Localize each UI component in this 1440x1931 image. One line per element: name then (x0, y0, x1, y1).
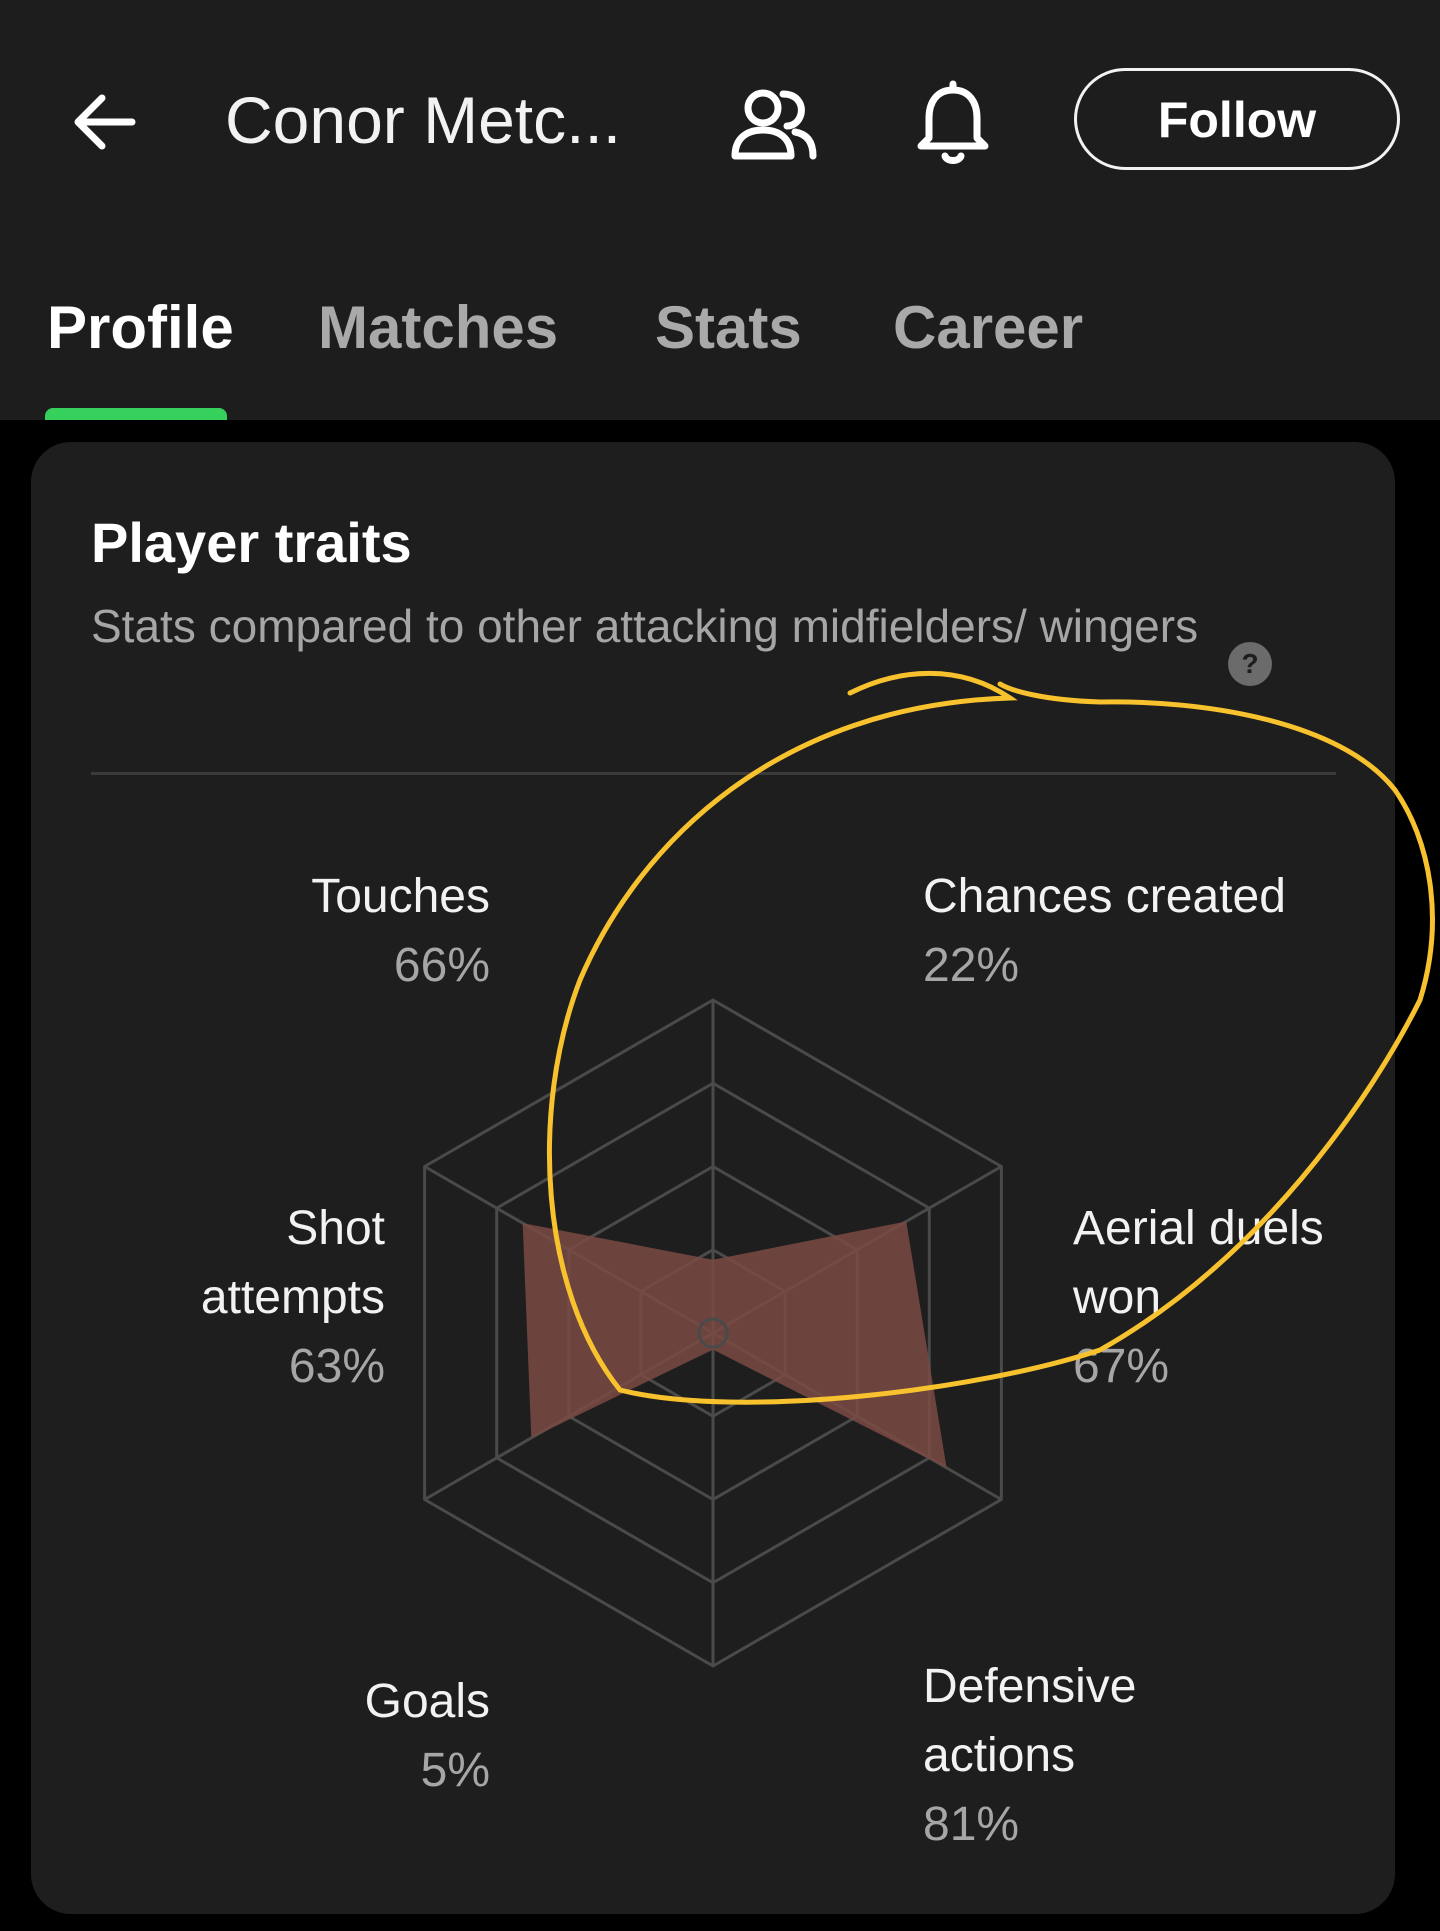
trait-touches: Touches 66% (311, 862, 490, 1000)
card-title: Player traits (91, 511, 412, 574)
back-button[interactable] (62, 80, 146, 164)
trait-shot-attempts: Shot attempts 63% (135, 1194, 385, 1401)
trait-chances-created: Chances created 22% (923, 862, 1286, 1000)
tab-profile[interactable]: Profile (47, 288, 234, 368)
trait-name: Aerial duels won (1073, 1202, 1324, 1324)
trait-value: 66% (393, 939, 490, 992)
bell-icon (917, 80, 989, 164)
trait-name: Defensive actions (923, 1660, 1137, 1782)
back-arrow-icon (74, 94, 136, 150)
squad-icon (731, 89, 817, 160)
trait-name: Touches (311, 870, 490, 923)
trait-value: 63% (288, 1340, 385, 1393)
radar-axis-line (423, 1165, 714, 1335)
radar-grid (423, 998, 1003, 1668)
trait-name: Chances created (923, 870, 1286, 923)
radar-grid-ring (639, 1248, 787, 1418)
radar-grid-ring (423, 998, 1003, 1668)
tab-matches[interactable]: Matches (318, 288, 558, 368)
trait-goals: Goals 5% (365, 1667, 490, 1805)
player-name: Conor Metc... (225, 83, 622, 157)
radar-value-polygon (522, 1221, 947, 1468)
svg-text:?: ? (1241, 648, 1258, 679)
tab-stats[interactable]: Stats (655, 288, 802, 368)
tab-career[interactable]: Career (893, 288, 1083, 368)
card-subtitle: Stats compared to other attacking midfie… (91, 600, 1199, 652)
trait-value: 81% (923, 1798, 1020, 1851)
radar-axis-line (712, 1331, 1003, 1501)
top-app-bar: Conor Metc... Follow Profile Matches Sta… (0, 0, 1440, 420)
follow-button[interactable]: Follow (1074, 68, 1400, 170)
trait-name: Goals (364, 1675, 490, 1728)
tab-bar: Profile Matches Stats Career (0, 270, 1440, 420)
radar-grid-ring (567, 1165, 859, 1501)
trait-value: 22% (923, 939, 1020, 992)
trait-name: Shot attempts (200, 1202, 385, 1324)
active-tab-indicator (45, 408, 227, 420)
trait-defensive-actions: Defensive actions 81% (923, 1652, 1163, 1859)
question-circle-icon: ? (1228, 642, 1272, 686)
notifications-button[interactable] (905, 80, 1001, 170)
radar-chart (423, 998, 1003, 1668)
divider (91, 772, 1336, 775)
trait-aerial-duels-won: Aerial duels won 67% (1073, 1194, 1333, 1401)
help-button[interactable]: ? (1227, 641, 1273, 687)
radar-center (697, 1317, 729, 1349)
trait-value: 67% (1073, 1340, 1170, 1393)
radar-grid-ring (495, 1081, 931, 1585)
trait-value: 5% (420, 1744, 490, 1797)
radar-axis-line (423, 1331, 714, 1501)
radar-axis-line (712, 1165, 1003, 1335)
player-traits-card: Player traits Stats compared to other at… (31, 442, 1395, 1914)
squad-button[interactable] (725, 82, 821, 166)
